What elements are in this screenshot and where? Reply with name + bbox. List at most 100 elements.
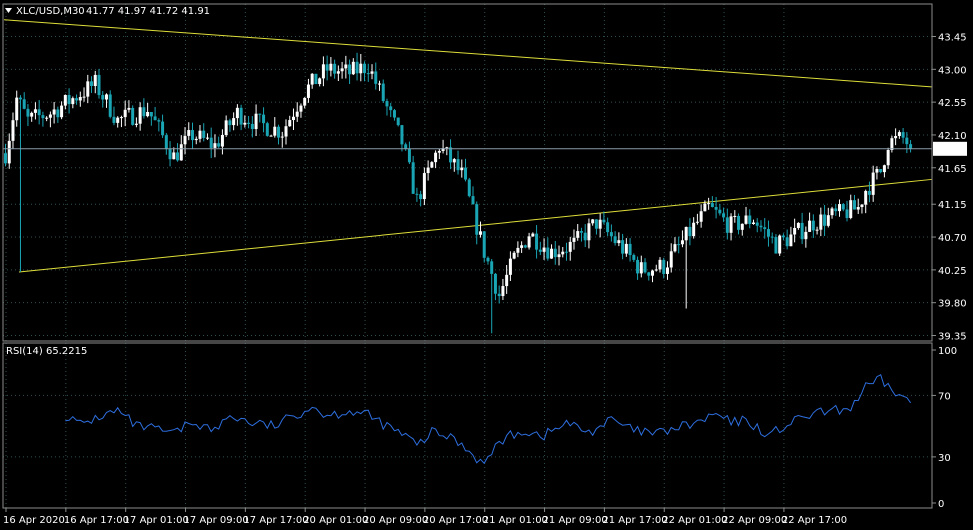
main-header: XLC/USD,M30 41.77 41.97 41.72 41.91 xyxy=(5,6,210,17)
candle-body xyxy=(651,270,655,276)
candle-body xyxy=(475,204,479,235)
candle-body xyxy=(351,61,355,75)
candle-body xyxy=(520,245,524,248)
candle-body xyxy=(71,98,75,105)
candle-body xyxy=(793,227,797,235)
candle-body xyxy=(778,235,782,254)
candle-body xyxy=(830,208,834,216)
candle-body xyxy=(478,231,482,235)
trading-chart[interactable]: 43.45 43.00 42.55 42.10 41.65 41.15 40.70 40.25… xyxy=(0,0,973,530)
candle-body xyxy=(677,244,681,246)
candle-body xyxy=(707,203,711,205)
candle-body xyxy=(606,222,610,233)
candle-body xyxy=(299,105,303,112)
candle-body xyxy=(875,169,879,173)
candle-body xyxy=(161,121,165,136)
candle-body xyxy=(340,68,344,72)
candle-body xyxy=(262,114,266,124)
candle-body xyxy=(291,116,295,121)
candle-body xyxy=(445,147,449,149)
current-price-label: 41.91 xyxy=(937,145,966,156)
candle-body xyxy=(370,71,374,74)
candle-body xyxy=(703,203,707,212)
candle-body xyxy=(430,162,434,168)
candle-body xyxy=(632,255,636,260)
candle-body xyxy=(247,122,251,124)
candle-body xyxy=(456,159,460,171)
candle-body xyxy=(329,63,333,71)
candle-body xyxy=(303,97,307,106)
candle-body xyxy=(273,126,277,136)
candle-body xyxy=(202,130,206,138)
ohlc-values: 41.77 41.97 41.72 41.91 xyxy=(86,6,210,17)
candle-body xyxy=(22,99,26,109)
candle-body xyxy=(123,109,127,118)
candle-body xyxy=(75,98,79,101)
candle-body xyxy=(684,226,688,241)
candle-body xyxy=(740,223,744,230)
candle-body xyxy=(804,231,808,240)
candle-body xyxy=(621,240,625,254)
candle-body xyxy=(796,222,800,228)
candle-body xyxy=(90,81,94,87)
candle-body xyxy=(508,258,512,275)
candle-body xyxy=(561,251,565,255)
candle-body xyxy=(808,220,812,232)
time-tick-label: 22 Apr 09:00 xyxy=(722,515,787,526)
candle-body xyxy=(905,137,909,145)
candle-body xyxy=(4,153,7,164)
candle-body xyxy=(512,252,516,259)
candle-body xyxy=(235,107,239,119)
candle-body xyxy=(834,208,838,212)
candle-body xyxy=(434,152,438,163)
candle-body xyxy=(546,247,550,259)
candle-body xyxy=(624,243,628,254)
candle-body xyxy=(228,120,232,126)
candle-body xyxy=(860,204,864,208)
candle-body xyxy=(258,113,262,115)
candle-body xyxy=(93,74,97,87)
time-tick-label: 16 Apr 17:00 xyxy=(64,515,129,526)
candle-body xyxy=(542,247,546,252)
candle-body xyxy=(243,122,247,125)
candle-body xyxy=(33,109,37,113)
candle-body xyxy=(718,209,722,214)
candle-body xyxy=(815,229,819,231)
candle-body xyxy=(37,109,41,116)
candle-body xyxy=(310,73,314,85)
candle-body xyxy=(191,130,194,141)
candle-body xyxy=(643,262,647,273)
candle-body xyxy=(598,219,602,229)
candle-body xyxy=(67,94,71,105)
candle-body xyxy=(722,213,726,218)
candle-body xyxy=(838,204,842,212)
candle-body xyxy=(501,286,505,297)
candle-body xyxy=(909,144,913,149)
candle-body xyxy=(594,219,598,229)
candle-body xyxy=(766,229,770,237)
candle-body xyxy=(389,106,393,111)
candle-body xyxy=(516,247,520,253)
candle-body xyxy=(392,110,396,118)
price-tick-label: 39.35 xyxy=(938,332,967,343)
candle-body xyxy=(733,215,737,217)
candle-body xyxy=(901,132,905,138)
candle-body xyxy=(852,200,856,210)
candle-body xyxy=(108,94,112,117)
time-tick-label: 21 Apr 01:00 xyxy=(483,515,548,526)
candle-body xyxy=(104,94,108,100)
candle-body xyxy=(112,116,116,123)
candle-body xyxy=(867,190,871,195)
candle-body xyxy=(583,232,587,241)
candle-body xyxy=(531,233,535,237)
price-tick-label: 39.80 xyxy=(938,299,967,310)
candle-body xyxy=(748,215,752,224)
time-tick-label: 21 Apr 17:00 xyxy=(602,515,667,526)
price-tick-label: 42.10 xyxy=(938,131,967,142)
candle-body xyxy=(572,237,576,242)
price-tick-label: 43.00 xyxy=(938,65,967,76)
candle-body xyxy=(232,118,236,126)
candle-body xyxy=(688,226,692,237)
candle-body xyxy=(374,71,378,84)
candle-body xyxy=(647,272,651,276)
